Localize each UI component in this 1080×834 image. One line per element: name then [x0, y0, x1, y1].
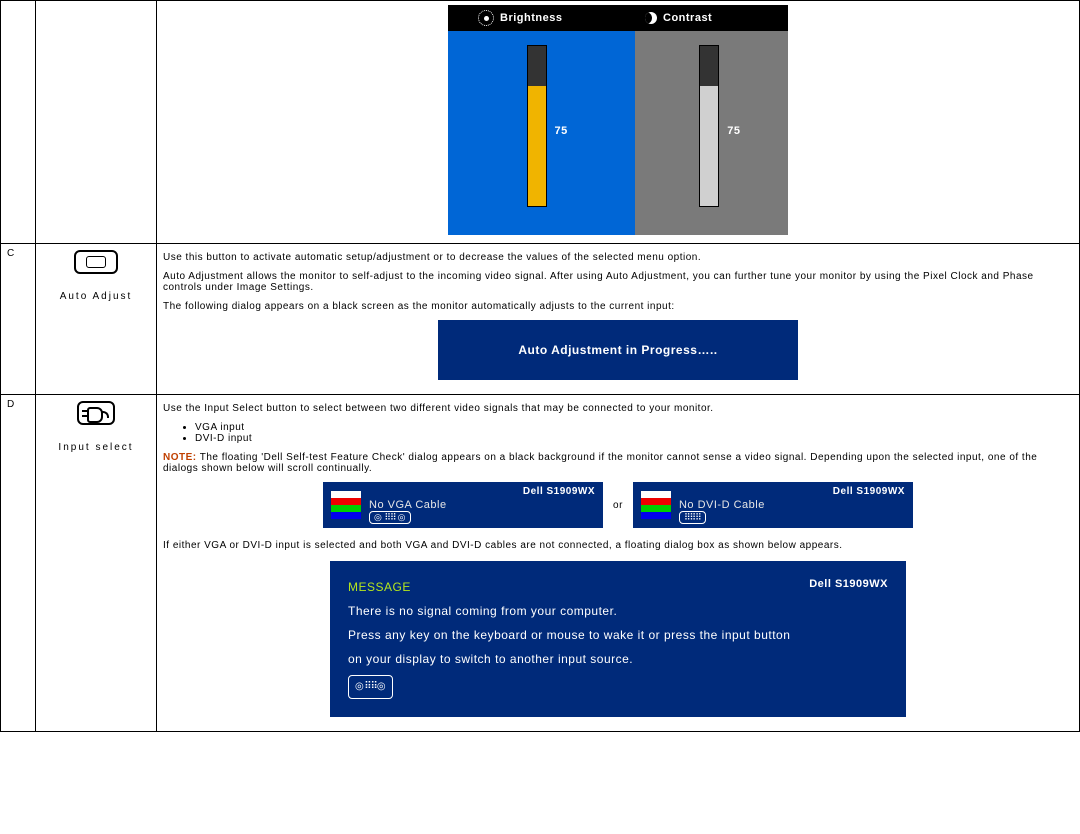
message-head: MESSAGE	[348, 575, 888, 599]
row-d-letter: D	[1, 395, 36, 732]
row-c-p3: The following dialog appears on a black …	[163, 301, 1073, 312]
no-dvid-text: No DVI-D Cable	[679, 499, 765, 511]
contrast-icon	[645, 12, 657, 24]
contrast-header: Contrast	[635, 5, 788, 31]
brightness-value: 75	[555, 125, 568, 137]
auto-adjust-dialog: Auto Adjustment in Progress…..	[438, 320, 798, 380]
rgb-stripes-icon	[331, 491, 361, 519]
no-dvid-dialog: No DVI-D Cable Dell S1909WX ⠿⠿⠿	[633, 482, 913, 528]
row-b-letter	[1, 1, 36, 244]
row-c-letter: C	[1, 244, 36, 395]
no-vga-brand: Dell S1909WX	[523, 486, 595, 497]
row-c-iconcell: Auto Adjust	[36, 244, 157, 395]
row-c-content: Use this button to activate automatic se…	[157, 244, 1080, 395]
contrast-pane: Contrast 75	[635, 5, 788, 235]
no-vga-text: No VGA Cable	[369, 499, 447, 511]
auto-adjust-icon	[74, 250, 118, 274]
row-d-content: Use the Input Select button to select be…	[157, 395, 1080, 732]
list-item: DVI-D input	[195, 433, 1073, 444]
brightness-bar	[527, 45, 547, 207]
or-text: or	[613, 500, 623, 511]
brightness-icon	[478, 10, 494, 26]
brightness-header: Brightness	[448, 5, 635, 31]
vga-connector-icon: ◎⠿⠿◎	[348, 675, 393, 699]
message-line2: Press any key on the keyboard or mouse t…	[348, 623, 888, 647]
dvid-connector-icon: ⠿⠿⠿	[679, 511, 706, 524]
message-line3: on your display to switch to another inp…	[348, 647, 888, 671]
row-d-iconcell: Input select	[36, 395, 157, 732]
vga-connector-icon: ◎⠿⠿◎	[369, 511, 411, 524]
contrast-bar	[699, 45, 719, 207]
row-b-iconcell	[36, 1, 157, 244]
row-c-p1: Use this button to activate automatic se…	[163, 252, 1073, 263]
auto-adjust-label: Auto Adjust	[42, 291, 150, 302]
input-select-label: Input select	[42, 442, 150, 453]
rgb-stripes-icon	[641, 491, 671, 519]
row-b-content: Brightness 75 Contrast 75	[157, 1, 1080, 244]
contrast-value: 75	[727, 125, 740, 137]
brightness-label: Brightness	[500, 12, 562, 24]
no-vga-dialog: No VGA Cable Dell S1909WX ◎⠿⠿◎	[323, 482, 603, 528]
note-text: The floating 'Dell Self-test Feature Che…	[163, 452, 1037, 474]
row-d-p1: Use the Input Select button to select be…	[163, 403, 1073, 414]
brightness-pane: Brightness 75	[448, 5, 635, 235]
row-d-note: NOTE: The floating 'Dell Self-test Featu…	[163, 452, 1073, 474]
row-c-p2: Auto Adjustment allows the monitor to se…	[163, 271, 1073, 293]
input-select-icon	[77, 401, 115, 425]
row-d-pafter: If either VGA or DVI-D input is selected…	[163, 540, 1073, 551]
no-dvid-brand: Dell S1909WX	[833, 486, 905, 497]
input-list: VGA input DVI-D input	[181, 422, 1073, 444]
message-brand: Dell S1909WX	[809, 573, 888, 595]
message-line1: There is no signal coming from your comp…	[348, 599, 888, 623]
cable-dialog-row: No VGA Cable Dell S1909WX ◎⠿⠿◎ or No DVI…	[163, 482, 1073, 528]
brightness-contrast-panel: Brightness 75 Contrast 75	[448, 5, 788, 235]
osd-table: Brightness 75 Contrast 75 C A	[0, 0, 1080, 732]
note-label: NOTE:	[163, 452, 197, 463]
list-item: VGA input	[195, 422, 1073, 433]
no-signal-dialog: MESSAGE Dell S1909WX There is no signal …	[330, 561, 906, 717]
contrast-label: Contrast	[663, 12, 712, 24]
